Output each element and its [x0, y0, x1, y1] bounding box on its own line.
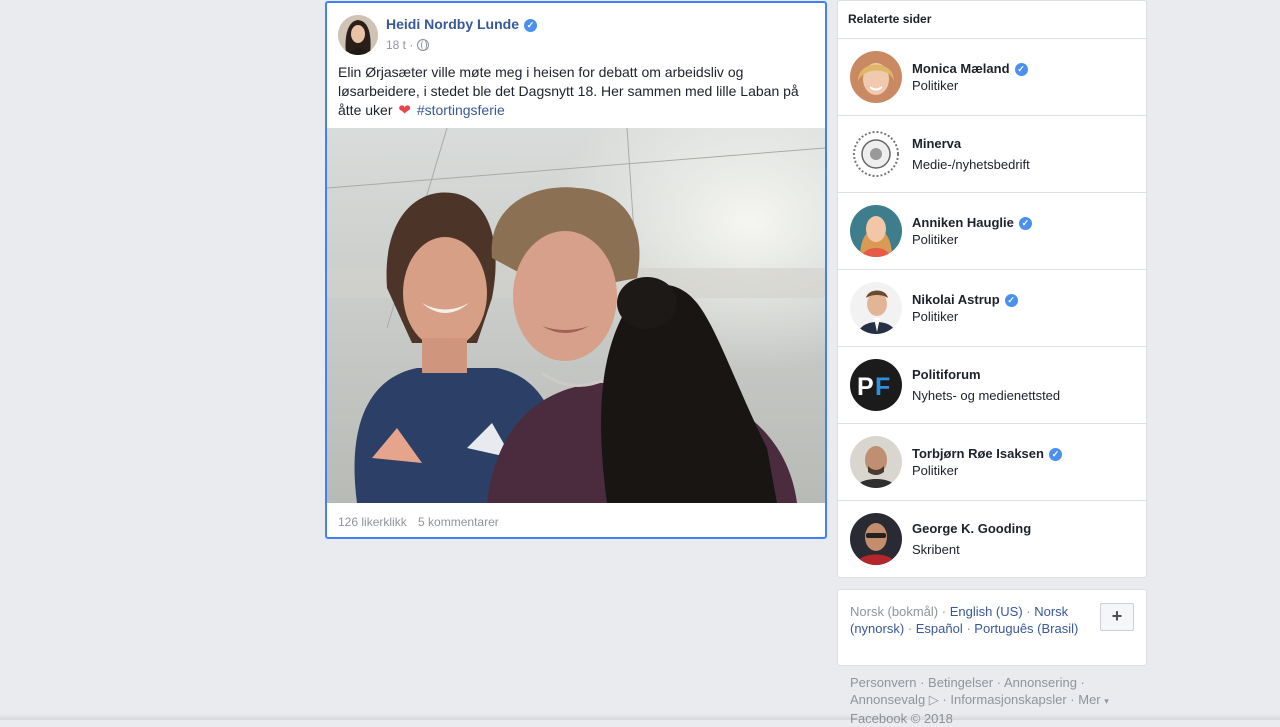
post-text: Elin Ørjasæter ville møte meg i heisen f…: [338, 63, 812, 120]
related-page-item[interactable]: Minerva Medie-/nyhetsbedrift: [838, 116, 1146, 193]
related-page-name[interactable]: Nikolai Astrup ✓: [912, 292, 1018, 307]
svg-text:P: P: [857, 373, 874, 401]
post-footer: 126 likerklikk 5 kommentarer: [338, 515, 507, 529]
post-time[interactable]: 18 t: [386, 38, 406, 52]
related-page-avatar[interactable]: [850, 436, 902, 488]
footer-link-text[interactable]: Mer: [1078, 692, 1100, 707]
related-page-name[interactable]: Politiforum: [912, 367, 981, 382]
language-selector: Norsk (bokmål) · English (US) · Norsk (n…: [837, 589, 1147, 666]
related-page-item[interactable]: Anniken Hauglie ✓ Politiker: [838, 193, 1146, 270]
language-link[interactable]: Português (Brasil): [974, 621, 1078, 636]
language-link[interactable]: English (US): [950, 604, 1023, 619]
add-language-button[interactable]: +: [1100, 603, 1134, 631]
verified-check-icon: ✓: [524, 19, 537, 32]
related-page-category: Politiker: [912, 78, 959, 93]
related-page-item[interactable]: Torbjørn Røe Isaksen ✓ Politiker: [838, 424, 1146, 501]
related-page-name[interactable]: Anniken Hauglie ✓: [912, 215, 1032, 230]
footer-link[interactable]: Personvern: [850, 675, 916, 690]
footer-link-adchoices[interactable]: Annonsevalg ▷: [850, 692, 939, 707]
related-page-category: Politiker: [912, 463, 959, 478]
hashtag-link[interactable]: #stortingsferie: [417, 102, 505, 118]
svg-text:F: F: [875, 373, 890, 401]
related-page-name[interactable]: Torbjørn Røe Isaksen ✓: [912, 446, 1062, 461]
related-page-name-text[interactable]: Anniken Hauglie: [912, 215, 1014, 230]
related-page-item[interactable]: Nikolai Astrup ✓ Politiker: [838, 270, 1146, 347]
related-page-avatar[interactable]: [850, 513, 902, 565]
comments-count[interactable]: 5 kommentarer: [418, 515, 499, 529]
related-page-item[interactable]: Monica Mæland ✓ Politiker: [838, 39, 1146, 116]
likes-count[interactable]: 126 likerklikk: [338, 515, 407, 529]
related-page-category: Politiker: [912, 232, 959, 247]
footer-link[interactable]: Betingelser: [928, 675, 993, 690]
related-page-category: Skribent: [912, 542, 960, 557]
related-page-item[interactable]: George K. Gooding Skribent: [838, 501, 1146, 577]
related-pages: Relaterte sider Monica Mæland ✓ Politiker…: [837, 0, 1147, 578]
footer-link[interactable]: Informasjonskapsler: [950, 692, 1066, 707]
related-page-name-text[interactable]: Torbjørn Røe Isaksen: [912, 446, 1044, 461]
post-author-name[interactable]: Heidi Nordby Lunde: [386, 16, 519, 32]
related-page-category: Politiker: [912, 309, 959, 324]
related-page-name-text[interactable]: Nikolai Astrup: [912, 292, 1000, 307]
related-pages-title: Relaterte sider: [838, 1, 1146, 39]
chevron-down-icon: ▾: [1104, 696, 1109, 706]
related-page-name-text[interactable]: Monica Mæland: [912, 61, 1010, 76]
post-header: Heidi Nordby Lunde ✓ 18 t ·: [338, 13, 808, 55]
bottom-shadow: [0, 714, 1280, 720]
current-language: Norsk (bokmål): [850, 604, 939, 619]
related-page-avatar[interactable]: PF: [850, 359, 902, 411]
footer-more-link[interactable]: Mer ▾: [1078, 692, 1109, 707]
related-page-avatar[interactable]: [850, 128, 902, 180]
related-page-name[interactable]: George K. Gooding: [912, 521, 1031, 536]
heart-icon: ❤: [398, 102, 411, 119]
related-page-item[interactable]: PF Politiforum Nyhets- og medienettsted: [838, 347, 1146, 424]
footer-link-text[interactable]: Annonsevalg: [850, 692, 925, 707]
language-list: Norsk (bokmål) · English (US) · Norsk (n…: [850, 604, 1079, 636]
footer-link[interactable]: Annonsering: [1004, 675, 1077, 690]
language-link[interactable]: Español: [916, 621, 963, 636]
related-page-category: Nyhets- og medienettsted: [912, 388, 1061, 403]
verified-check-icon: ✓: [1014, 63, 1028, 76]
related-page-avatar[interactable]: [850, 51, 902, 103]
verified-check-icon: ✓: [1018, 217, 1032, 230]
related-page-category: Medie-/nyhetsbedrift: [912, 157, 1030, 172]
verified-check-icon: ✓: [1004, 294, 1018, 307]
post-meta: 18 t ·: [386, 38, 430, 52]
post-card: Heidi Nordby Lunde ✓ 18 t · Elin Ørjasæte…: [325, 1, 827, 539]
related-page-name[interactable]: Monica Mæland ✓: [912, 61, 1028, 76]
post-author[interactable]: Heidi Nordby Lunde ✓: [386, 16, 537, 32]
post-photo[interactable]: [327, 128, 825, 503]
related-page-avatar[interactable]: [850, 282, 902, 334]
related-page-name[interactable]: Minerva: [912, 136, 961, 151]
meta-separator: ·: [406, 38, 414, 52]
related-page-avatar[interactable]: [850, 205, 902, 257]
adchoices-icon: ▷: [928, 692, 939, 707]
verified-check-icon: ✓: [1048, 448, 1062, 461]
author-avatar[interactable]: [338, 15, 378, 55]
globe-icon[interactable]: [417, 39, 430, 51]
